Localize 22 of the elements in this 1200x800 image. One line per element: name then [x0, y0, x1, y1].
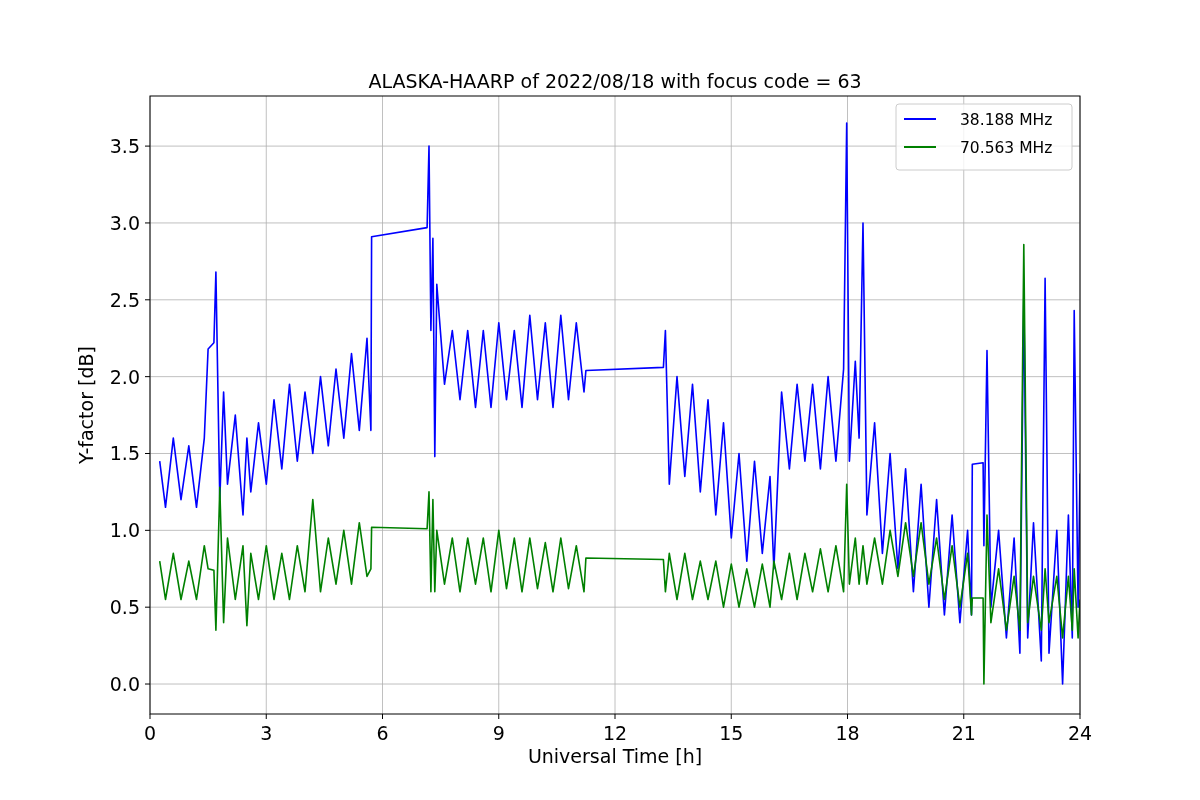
legend-label: 70.563 MHz — [960, 139, 1053, 157]
tick-label: 15 — [719, 722, 744, 744]
tick-label: 1.0 — [109, 519, 140, 542]
tick-label: 1.5 — [109, 442, 140, 465]
tick-label: 9 — [492, 722, 505, 744]
axis-label: Y-factor [dB] — [75, 346, 97, 464]
tick-label: 2.5 — [109, 288, 140, 311]
tick-label: 24 — [1067, 722, 1093, 744]
tick-label: 3.0 — [109, 211, 140, 234]
tick-label: 2.0 — [109, 365, 140, 388]
chart-title: ALASKA-HAARP of 2022/08/18 with focus code = 63 — [368, 70, 862, 92]
tick-label: 3 — [260, 722, 273, 744]
tick-label: 6 — [376, 722, 389, 744]
tick-label: 18 — [835, 722, 860, 744]
tick-label: 12 — [602, 722, 628, 744]
tick-label: 3.5 — [109, 135, 140, 158]
legend-label: 38.188 MHz — [960, 111, 1053, 129]
tick-label: 0.0 — [109, 673, 140, 696]
axis-label: Universal Time [h] — [527, 745, 703, 767]
tick-label: 21 — [951, 722, 976, 744]
tick-label: 0.5 — [109, 596, 140, 619]
tick-label: 0 — [143, 722, 157, 744]
